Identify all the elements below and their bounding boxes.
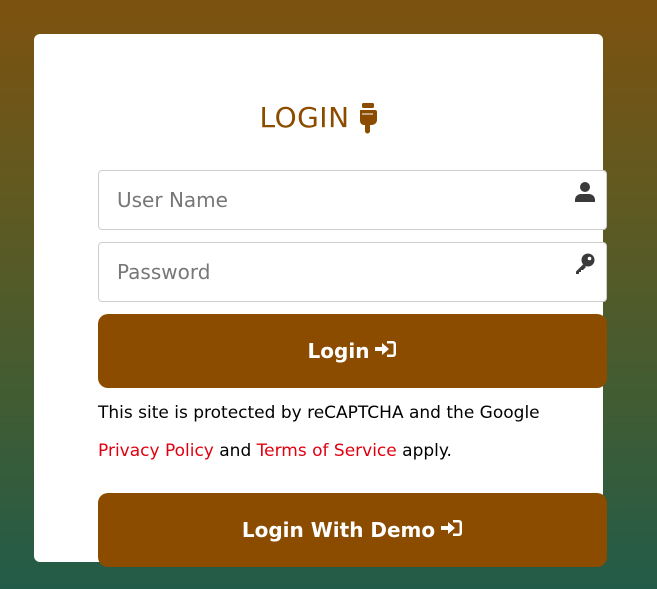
username-input[interactable] (99, 171, 539, 229)
login-button[interactable]: Login (98, 314, 607, 388)
password-input[interactable] (99, 243, 539, 301)
apply-text: apply. (396, 441, 452, 461)
sign-in-icon (441, 518, 463, 542)
privacy-policy-link[interactable]: Privacy Policy (98, 441, 214, 461)
recaptcha-notice-line2: Privacy Policy and Terms of Service appl… (98, 432, 618, 470)
login-with-demo-button[interactable]: Login With Demo (98, 493, 607, 567)
password-field[interactable] (98, 242, 607, 302)
key-icon (574, 253, 596, 275)
login-heading: LOGIN (34, 98, 603, 138)
recaptcha-notice: This site is protected by reCAPTCHA and … (98, 394, 618, 470)
hand-pointing-down-icon (356, 102, 378, 134)
sign-in-icon (375, 339, 397, 363)
login-card: LOGIN User Name Login This site is prote… (34, 34, 607, 567)
login-button-label: Login (307, 339, 370, 363)
recaptcha-notice-line1: This site is protected by reCAPTCHA and … (98, 403, 540, 423)
username-field[interactable] (98, 170, 607, 230)
login-title: LOGIN (259, 101, 350, 134)
user-icon (574, 181, 596, 203)
and-text: and (213, 441, 257, 461)
terms-of-service-link[interactable]: Terms of Service (257, 441, 397, 461)
demo-button-label: Login With Demo (241, 518, 436, 542)
